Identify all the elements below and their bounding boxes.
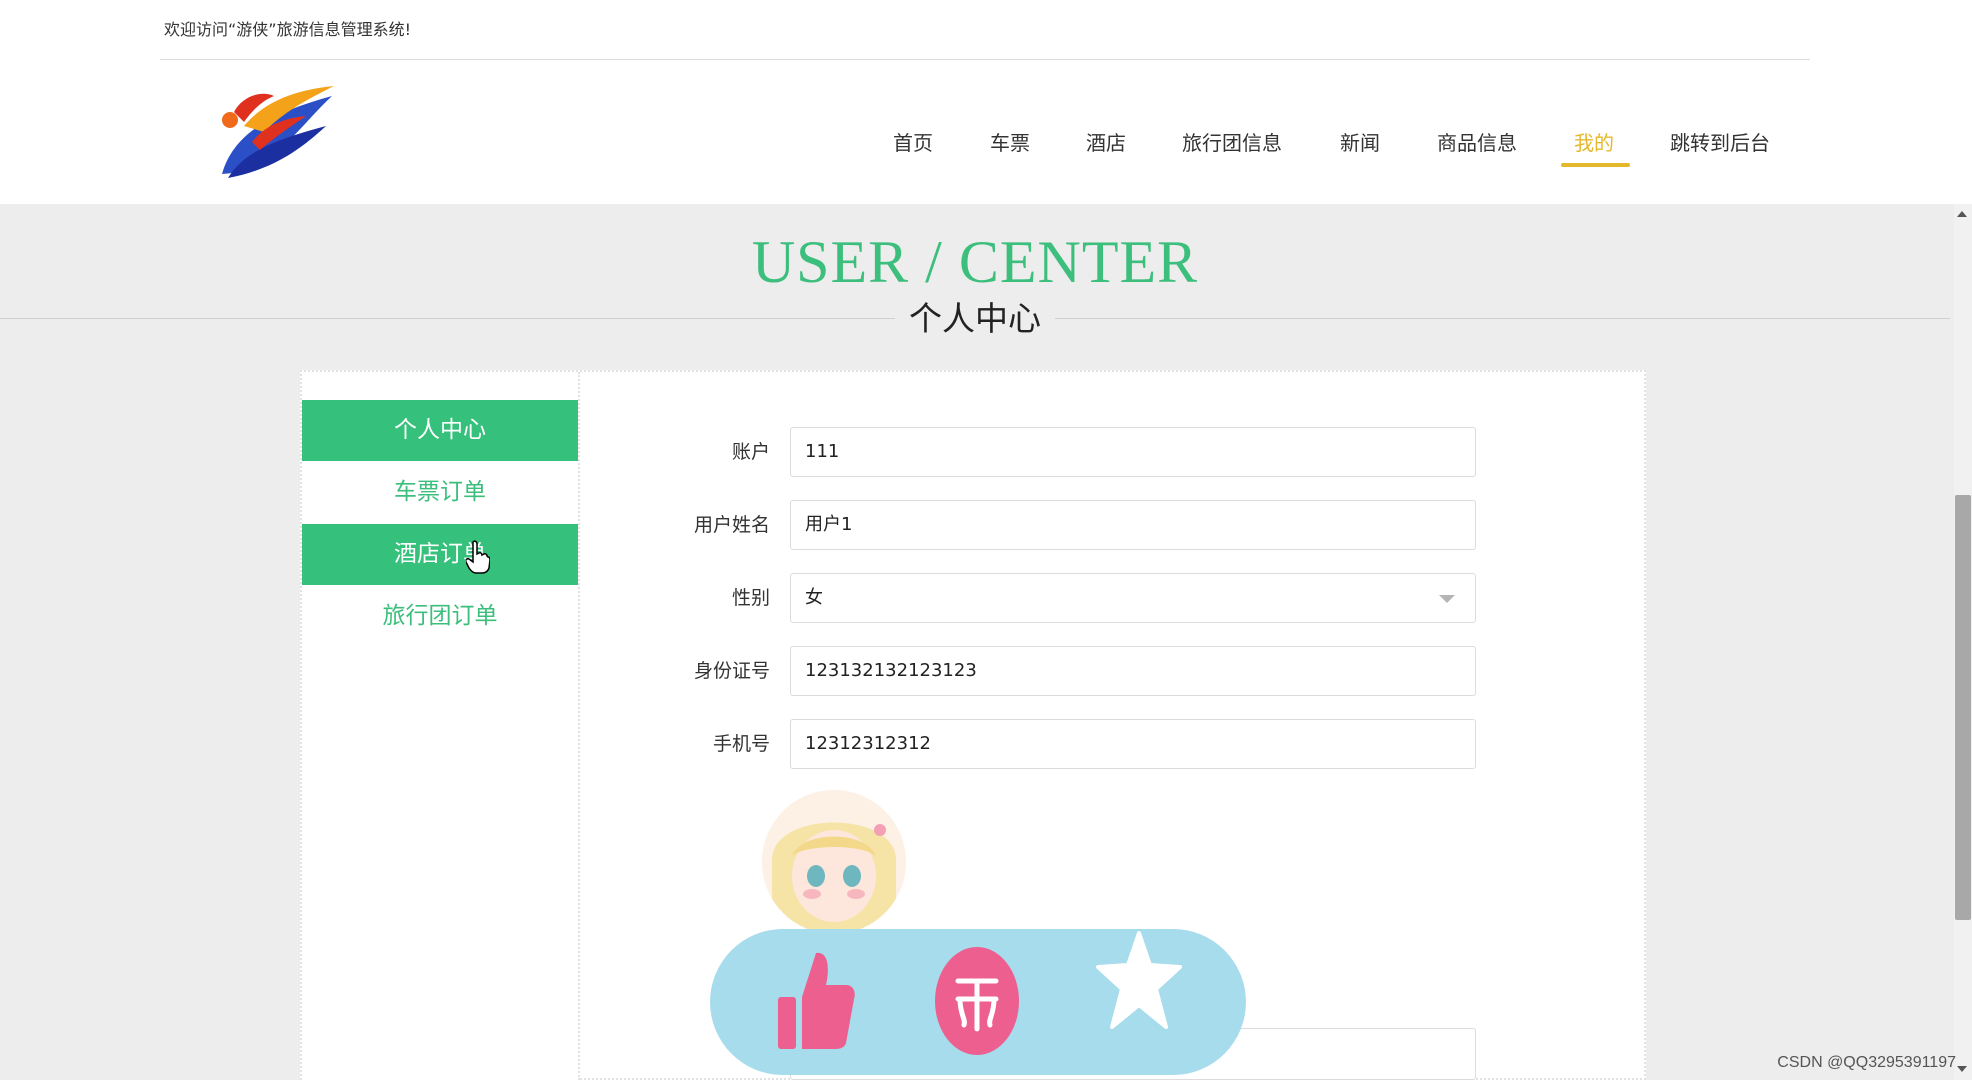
nav-mine[interactable]: 我的	[1574, 128, 1614, 158]
scroll-up-icon[interactable]	[1957, 211, 1967, 217]
header-divider	[160, 59, 1810, 60]
username-input[interactable]: 用户1	[790, 500, 1476, 550]
id-number-label: 身份证号	[693, 660, 770, 682]
scroll-down-icon[interactable]	[1957, 1066, 1967, 1072]
sidebar-item-hotel-orders[interactable]: 酒店订单	[302, 524, 578, 585]
nav-tour-groups[interactable]: 旅行团信息	[1182, 128, 1282, 158]
sidebar-item-ticket-orders[interactable]: 车票订单	[302, 462, 578, 523]
top-header: 欢迎访问“游侠”旅游信息管理系统! 首页 车票 酒店 旅行团信息 新闻 商品信息…	[0, 0, 1972, 204]
phone-input[interactable]: 12312312312	[790, 719, 1476, 769]
floating-action-bar	[710, 929, 1246, 1075]
page-title-en: USER / CENTER	[751, 229, 1199, 295]
nav-news[interactable]: 新闻	[1340, 128, 1380, 158]
star-icon[interactable]	[1096, 929, 1182, 1033]
page-title-cn: 个人中心	[895, 296, 1055, 342]
gender-select[interactable]: 女	[790, 573, 1476, 623]
phone-label: 手机号	[712, 733, 770, 755]
chevron-down-icon	[1439, 595, 1455, 603]
username-label: 用户姓名	[693, 514, 770, 536]
main-nav: 首页 车票 酒店 旅行团信息 新闻 商品信息 我的 跳转到后台	[0, 128, 1972, 178]
gender-value: 女	[805, 587, 823, 608]
user-sidebar: 个人中心 车票订单 酒店订单 旅行团订单	[302, 372, 580, 1080]
sidebar-item-tour-orders[interactable]: 旅行团订单	[302, 586, 578, 647]
nav-products[interactable]: 商品信息	[1437, 128, 1517, 158]
nav-tickets[interactable]: 车票	[990, 128, 1030, 158]
avatar-image	[762, 790, 906, 934]
account-input[interactable]: 111	[790, 427, 1476, 477]
watermark: CSDN @QQ3295391197	[1777, 1054, 1956, 1071]
nav-active-indicator	[1561, 163, 1630, 167]
account-label: 账户	[731, 441, 770, 463]
gender-label: 性别	[731, 587, 770, 609]
scrollbar-thumb[interactable]	[1955, 495, 1971, 920]
avatar[interactable]	[762, 790, 906, 934]
nav-go-admin[interactable]: 跳转到后台	[1670, 128, 1770, 158]
coin-icon[interactable]	[934, 945, 1020, 1057]
sidebar-item-user-center[interactable]: 个人中心	[302, 400, 578, 461]
nav-home[interactable]: 首页	[893, 128, 933, 158]
nav-hotels[interactable]: 酒店	[1086, 128, 1126, 158]
hand-cursor-icon	[466, 540, 490, 574]
id-number-input[interactable]: 123132132123123	[790, 646, 1476, 696]
welcome-text: 欢迎访问“游侠”旅游信息管理系统!	[164, 20, 411, 39]
thumbs-up-icon[interactable]	[772, 949, 856, 1053]
